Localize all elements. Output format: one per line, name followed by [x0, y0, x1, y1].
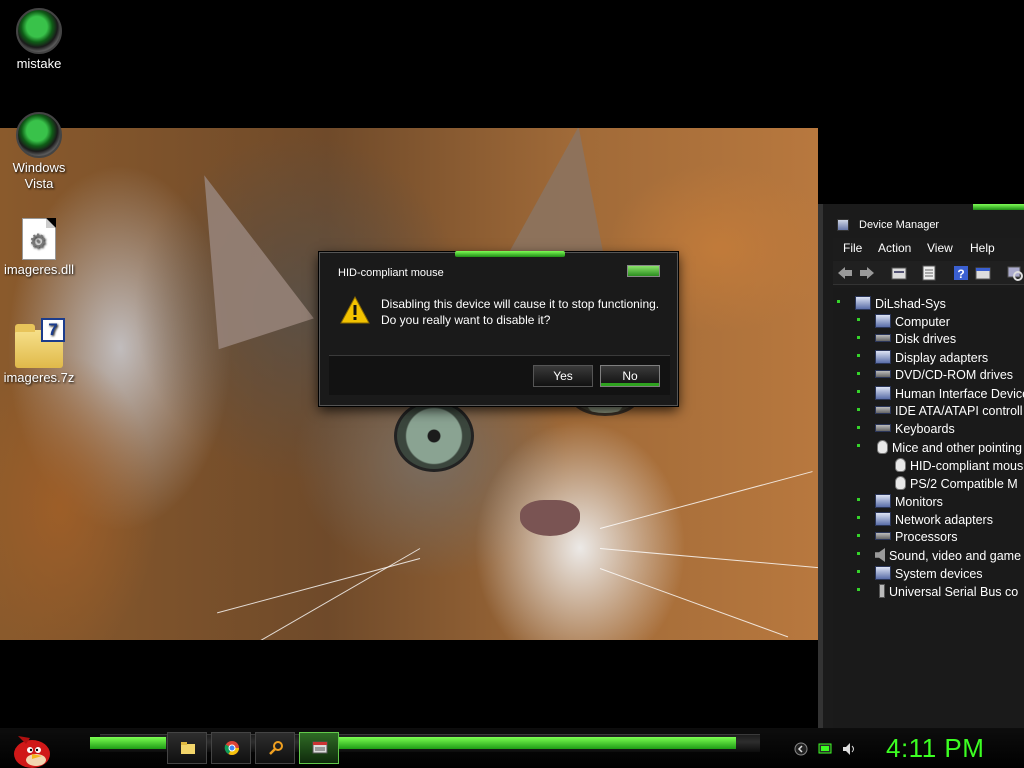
desktop-icon-label: mistake — [16, 56, 62, 71]
network-icon[interactable] — [818, 742, 832, 756]
monitor-icon — [875, 494, 891, 508]
ide-controller-icon — [875, 406, 891, 414]
window-titlebar[interactable]: Device Manager — [837, 219, 939, 231]
device-manager-window: Device Manager File Action View Help ? D… — [818, 204, 1024, 728]
list-view-icon[interactable] — [921, 265, 937, 281]
menu-bar: File Action View Help — [833, 238, 1024, 260]
device-manager-icon — [837, 219, 849, 231]
device-manager-icon — [312, 741, 328, 754]
computer-icon — [875, 314, 891, 328]
tree-item-keyboards[interactable]: Keyboards — [857, 422, 955, 440]
system-tray — [790, 740, 870, 760]
dialog-close-button[interactable] — [627, 265, 660, 277]
disable-device-dialog: HID-compliant mouse Disabling this devic… — [319, 251, 678, 406]
warning-icon — [340, 295, 370, 324]
processor-icon — [875, 532, 891, 540]
tree-item-network-adapters[interactable]: Network adapters — [857, 512, 993, 530]
hid-icon — [875, 386, 891, 400]
7z-archive-icon: 7 — [15, 318, 65, 368]
desktop-icon-windows-vista[interactable]: Windows Vista — [0, 112, 78, 192]
menu-help[interactable]: Help — [970, 241, 995, 255]
show-hidden-icons-chevron-icon[interactable] — [794, 742, 808, 756]
taskbar: 4:11 PM — [0, 728, 1024, 768]
volume-icon[interactable] — [842, 742, 856, 756]
toolbar: ? — [833, 261, 1024, 285]
taskbar-search[interactable] — [255, 732, 295, 764]
tree-item-usb-controllers[interactable]: Universal Serial Bus co — [857, 584, 1018, 602]
display-adapter-icon — [875, 350, 891, 364]
speaker-icon — [875, 548, 885, 562]
help-icon[interactable]: ? — [953, 265, 969, 281]
yes-button[interactable]: Yes — [533, 365, 593, 387]
svg-text:?: ? — [957, 267, 964, 281]
green-orb-icon — [16, 8, 62, 54]
tree-item-dvd-drives[interactable]: DVD/CD-ROM drives — [857, 368, 1013, 386]
taskbar-file-explorer[interactable] — [167, 732, 207, 764]
tree-item-computer[interactable]: Computer — [857, 314, 950, 332]
menu-view[interactable]: View — [927, 241, 953, 255]
mouse-icon — [895, 476, 906, 490]
device-tree: DiLshad-Sys Computer Disk drives Display… — [833, 288, 1024, 728]
forward-arrow-icon[interactable] — [859, 265, 875, 281]
window-title: Device Manager — [859, 219, 940, 231]
green-orb-icon — [16, 112, 62, 158]
usb-icon — [879, 584, 885, 598]
tree-item-mice[interactable]: Mice and other pointing — [857, 440, 1022, 458]
desktop-icon-label: imageres.7z — [3, 370, 75, 385]
menu-action[interactable]: Action — [878, 241, 911, 255]
mouse-icon — [895, 458, 906, 472]
dialog-title: HID-compliant mouse — [338, 267, 444, 279]
no-button[interactable]: No — [600, 365, 660, 387]
tree-item-ide-controllers[interactable]: IDE ATA/ATAPI controll — [857, 404, 1023, 422]
tree-item-sound-video[interactable]: Sound, video and game — [857, 548, 1021, 566]
dll-file-icon: ⚙ — [22, 218, 56, 260]
menu-file[interactable]: File — [843, 241, 862, 255]
tree-item-processors[interactable]: Processors — [857, 530, 958, 548]
desktop-icon-imageres-dll[interactable]: ⚙ imageres.dll — [0, 218, 78, 278]
tree-item-disk-drives[interactable]: Disk drives — [857, 332, 956, 350]
start-button-angry-bird-icon[interactable] — [8, 730, 54, 768]
scan-hardware-icon[interactable] — [1007, 265, 1023, 281]
taskbar-device-manager[interactable] — [299, 732, 339, 764]
tree-item-ps2-mouse[interactable]: PS/2 Compatible M — [893, 476, 1018, 494]
mouse-icon — [877, 440, 888, 454]
tree-item-display-adapters[interactable]: Display adapters — [857, 350, 988, 368]
desktop-icon-label: Windows Vista — [12, 160, 66, 191]
tree-item-system-devices[interactable]: System devices — [857, 566, 983, 584]
keyboard-icon — [875, 424, 891, 432]
tree-item-human-interface-devices[interactable]: Human Interface Device — [857, 386, 1024, 404]
console-view-icon[interactable] — [975, 265, 991, 281]
tree-item-monitors[interactable]: Monitors — [857, 494, 943, 512]
tree-root-node[interactable]: DiLshad-Sys — [837, 296, 946, 314]
search-icon — [269, 741, 283, 755]
taskbar-chrome[interactable] — [211, 732, 251, 764]
network-adapter-icon — [875, 512, 891, 526]
desktop-icon-imageres-7z[interactable]: 7 imageres.7z — [0, 318, 78, 386]
computer-icon — [855, 296, 871, 310]
dialog-message: Disabling this device will cause it to s… — [381, 297, 660, 327]
properties-icon[interactable] — [891, 265, 907, 281]
disk-drive-icon — [875, 334, 891, 342]
taskbar-clock[interactable]: 4:11 PM — [886, 733, 984, 764]
window-glow-accent — [973, 204, 1024, 210]
desktop-icon-mistake[interactable]: mistake — [0, 8, 78, 72]
dialog-glow-accent — [455, 251, 565, 257]
desktop-icon-label: imageres.dll — [3, 262, 75, 277]
tree-item-hid-mouse[interactable]: HID-compliant mous — [893, 458, 1023, 476]
desktop: mistake Windows Vista ⚙ imageres.dll 7 i… — [0, 0, 1024, 768]
dvd-drive-icon — [875, 370, 891, 378]
folder-icon — [181, 742, 195, 754]
system-device-icon — [875, 566, 891, 580]
chrome-icon — [224, 741, 239, 755]
back-arrow-icon[interactable] — [837, 265, 853, 281]
